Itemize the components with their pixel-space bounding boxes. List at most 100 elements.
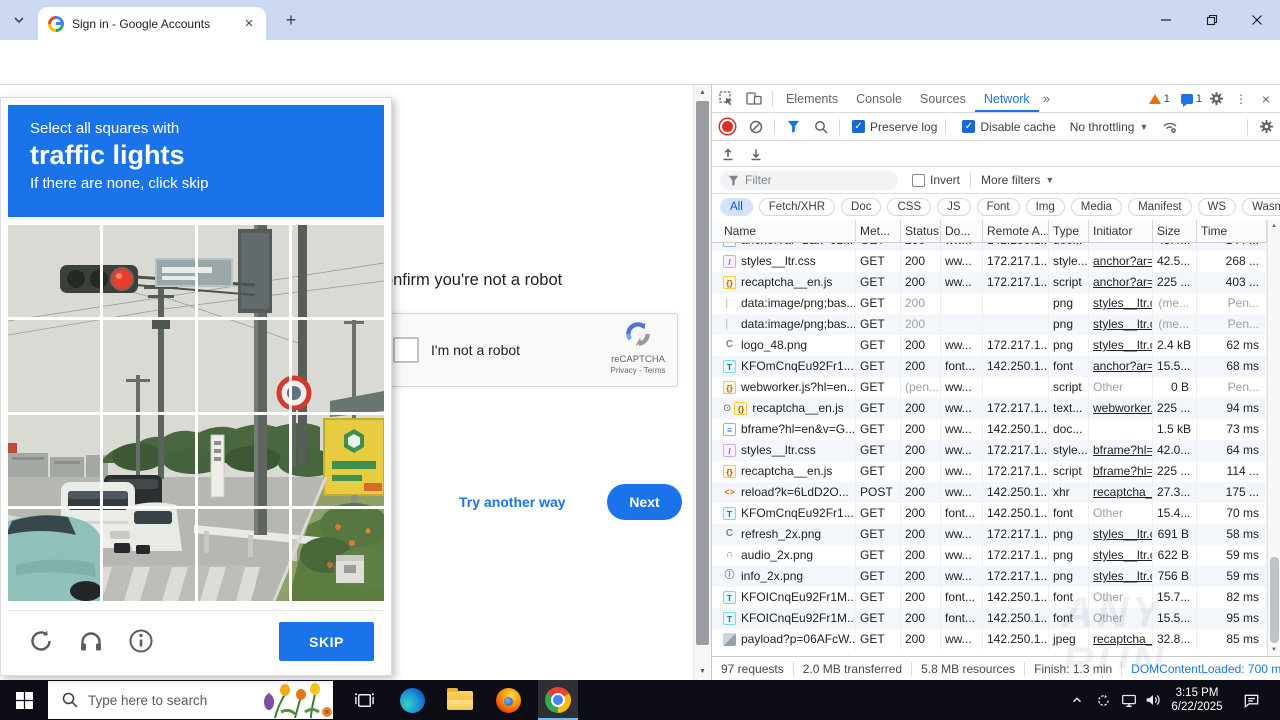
tray-chevron-icon[interactable] xyxy=(1064,680,1090,720)
more-filters-arrow[interactable]: ▼ xyxy=(1045,175,1054,185)
audio-challenge-icon[interactable] xyxy=(78,628,104,654)
table-row[interactable]: Clogo_48.png GET 200 ww... 172.217.1... png st… xyxy=(712,335,1280,356)
edge-taskbar-icon[interactable] xyxy=(392,680,432,720)
inspect-element-icon[interactable] xyxy=(718,91,734,107)
filter-chip-wasm[interactable]: Wasm xyxy=(1242,198,1280,216)
table-row[interactable]: / styles__ltr.css GET 200 ww... 172.217.1... s… xyxy=(712,440,1280,461)
request-name[interactable]: ≡ bframe?hl=en&v=G... xyxy=(712,419,856,440)
initiator-text[interactable]: recaptcha_e xyxy=(1093,632,1152,646)
column-header-do[interactable]: Do... xyxy=(941,220,983,242)
column-header-remote-a[interactable]: Remote A... xyxy=(983,220,1049,242)
initiator-text[interactable]: styles__ltr.cs xyxy=(1093,548,1152,562)
captcha-tile-r4-c4[interactable] xyxy=(292,509,386,603)
captcha-tile-r4-c1[interactable] xyxy=(8,509,102,603)
task-view-button[interactable] xyxy=(344,680,384,720)
request-name[interactable]: <> reload?k=6LdD2O... xyxy=(712,482,856,503)
warning-icon[interactable] xyxy=(1148,93,1161,104)
captcha-tile-r3-c3[interactable] xyxy=(197,414,291,508)
disable-cache-checkbox[interactable]: ✓ xyxy=(962,120,976,133)
request-name[interactable]: {} recaptcha__en.js xyxy=(712,461,856,482)
issues-icon[interactable] xyxy=(1180,93,1193,107)
captcha-tile-r4-c3[interactable] xyxy=(197,509,291,603)
firefox-taskbar-icon[interactable] xyxy=(488,680,528,720)
initiator-text[interactable]: anchor?ar=1 xyxy=(1093,275,1152,289)
request-initiator[interactable]: styles__ltr.cs xyxy=(1089,314,1153,335)
page-scrollbar[interactable]: ▲ ▼ xyxy=(693,85,711,680)
request-name[interactable]: ∩ audio_2x.png xyxy=(712,545,856,566)
file-explorer-taskbar-icon[interactable] xyxy=(440,680,480,720)
table-row[interactable]: T KFOICnqEu92Fr1M... GET 200 font... 142.250.… xyxy=(712,608,1280,629)
filter-input[interactable]: Filter xyxy=(720,170,898,190)
filter-chip-manifest[interactable]: Manifest xyxy=(1128,198,1192,216)
new-tab-button[interactable]: + xyxy=(280,10,302,32)
initiator-text[interactable]: styles__ltr.cs xyxy=(1093,338,1152,352)
captcha-tile-r2-c3[interactable] xyxy=(197,320,291,414)
request-name[interactable]: Crefresh_2x.png xyxy=(712,524,856,545)
next-button[interactable]: Next xyxy=(607,484,682,520)
har-import-icon[interactable] xyxy=(720,146,736,162)
table-scroll-down-arrow[interactable]: ▼ xyxy=(1268,644,1280,656)
initiator-text[interactable]: styles__ltr.cs xyxy=(1093,296,1152,310)
request-name[interactable]: / styles__ltr.css xyxy=(712,251,856,272)
recaptcha-privacy-terms[interactable]: Privacy - Terms xyxy=(604,366,672,375)
captcha-tile-r2-c4[interactable] xyxy=(292,320,386,414)
request-name[interactable]: T KFOmCnqEu92Fr1... xyxy=(712,503,856,524)
captcha-tile-r1-c4[interactable] xyxy=(292,225,386,319)
table-row[interactable]: {} recaptcha__en.js GET 200 ww... 172.217.1..… xyxy=(712,272,1280,293)
table-row[interactable]: ⊙{} recaptcha__en.js GET 200 ww... 172.217.1.… xyxy=(712,398,1280,419)
table-row[interactable]: Crefresh_2x.png GET 200 ww... 172.217.1... pn… xyxy=(712,524,1280,545)
column-header-met[interactable]: Met... xyxy=(856,220,901,242)
column-header-status[interactable]: Status xyxy=(901,220,941,242)
table-row[interactable]: T KFOmCnqEu92Fr1... GET 200 font... 142.250.1… xyxy=(712,503,1280,524)
table-row[interactable]: ▏ data:image/png;bas... GET 200 png styles__l… xyxy=(712,314,1280,335)
filter-chip-all[interactable]: All xyxy=(720,198,753,216)
request-name[interactable]: T KFOmCnqEu92Fr1... xyxy=(712,356,856,377)
request-initiator[interactable]: bframe?hl=e xyxy=(1089,440,1153,461)
table-row[interactable]: ▏ data:image/png;bas... GET 200 png styles__l… xyxy=(712,293,1280,314)
har-export-icon[interactable] xyxy=(748,146,764,162)
recaptcha-checkbox[interactable] xyxy=(393,337,419,363)
throttling-dropdown-arrow[interactable]: ▼ xyxy=(1139,122,1148,132)
record-network-log-icon[interactable] xyxy=(722,121,733,132)
network-settings-icon[interactable] xyxy=(1258,119,1274,135)
request-name[interactable]: ⓘ info_2x.png xyxy=(712,566,856,587)
devtools-tab-console[interactable]: Console xyxy=(847,85,911,112)
request-initiator[interactable]: recaptcha_e xyxy=(1089,482,1153,503)
table-row[interactable]: T KFOmCnqEu92Fr1... GET 200 font... 142.250.1… xyxy=(712,356,1280,377)
filter-chip-doc[interactable]: Doc xyxy=(841,198,882,216)
table-row[interactable]: payload?p=06AFcW... GET 200 ww... 142.250.1.… xyxy=(712,629,1280,650)
captcha-tile-r4-c2[interactable] xyxy=(103,509,197,603)
search-icon[interactable] xyxy=(813,119,829,135)
scroll-up-arrow[interactable]: ▲ xyxy=(694,86,711,100)
captcha-tile-r3-c4[interactable] xyxy=(292,414,386,508)
reload-challenge-icon[interactable] xyxy=(28,628,54,654)
filter-chip-media[interactable]: Media xyxy=(1070,198,1123,216)
request-name[interactable]: T KFOICnqEu92Fr1M... xyxy=(712,608,856,629)
tray-network-icon[interactable] xyxy=(1116,680,1142,720)
captcha-tile-r3-c2[interactable] xyxy=(103,414,197,508)
request-name[interactable]: ⊙{} recaptcha__en.js xyxy=(712,398,856,419)
taskbar-search-box[interactable]: Type here to search xyxy=(48,681,333,719)
browser-tab[interactable]: Sign in - Google Accounts × xyxy=(38,7,266,40)
start-button[interactable] xyxy=(0,680,48,720)
table-scrollbar-thumb[interactable] xyxy=(1269,557,1279,643)
table-scrollbar[interactable]: ▲ ▼ xyxy=(1267,220,1280,656)
request-initiator[interactable]: styles__ltr.cs xyxy=(1089,566,1153,587)
request-initiator[interactable]: recaptcha_e xyxy=(1089,629,1153,650)
request-initiator[interactable]: styles__ltr.cs xyxy=(1089,293,1153,314)
request-name[interactable]: / styles__ltr.css xyxy=(712,440,856,461)
filter-chip-js[interactable]: JS xyxy=(937,198,971,216)
invert-checkbox[interactable] xyxy=(912,173,925,187)
request-initiator[interactable]: styles__ltr.cs xyxy=(1089,524,1153,545)
table-scroll-up-arrow[interactable]: ▲ xyxy=(1268,220,1280,232)
devtools-tab-network[interactable]: Network xyxy=(974,85,1039,112)
preserve-log-checkbox[interactable]: ✓ xyxy=(852,120,865,133)
initiator-text[interactable]: webworker.j xyxy=(1093,401,1152,415)
table-row[interactable]: ≡ anchor?ar=1&k=6L...GET200ww...142.250.1… xyxy=(712,243,1280,251)
request-initiator[interactable]: webworker.j xyxy=(1089,398,1153,419)
request-name[interactable]: ≡ anchor?ar=1&k=6L... xyxy=(712,243,856,251)
devtools-settings-icon[interactable] xyxy=(1208,91,1224,107)
tab-search-icon[interactable] xyxy=(8,10,30,30)
window-close-button[interactable] xyxy=(1234,0,1280,40)
request-initiator[interactable]: anchor?ar=1 xyxy=(1089,272,1153,293)
